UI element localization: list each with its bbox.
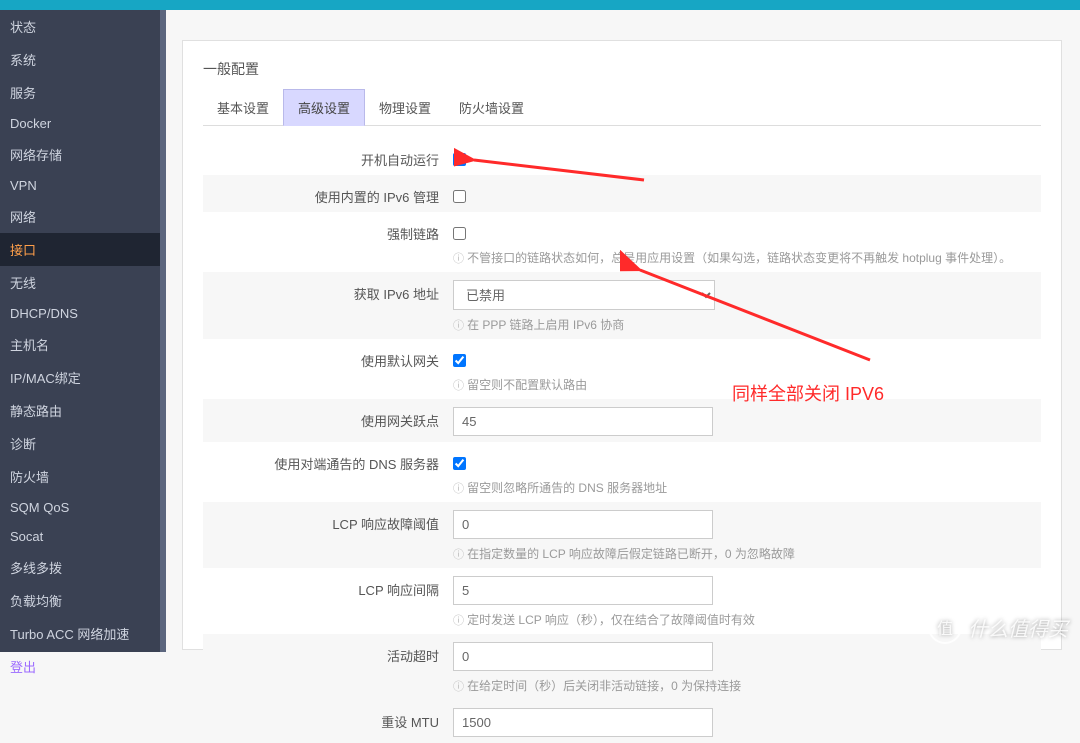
input-lcp_fail[interactable]: [453, 510, 713, 539]
sidebar-item-7[interactable]: 接口: [0, 233, 160, 266]
sidebar-item-6[interactable]: 网络: [0, 200, 160, 233]
tabs: 基本设置高级设置物理设置防火墙设置: [203, 89, 1041, 126]
label-force_link: 强制链路: [203, 218, 453, 243]
sidebar-item-1[interactable]: 系统: [0, 43, 160, 76]
sidebar-item-9[interactable]: DHCP/DNS: [0, 299, 160, 328]
sidebar-item-15[interactable]: SQM QoS: [0, 493, 160, 522]
form-row-lcp_interval: LCP 响应间隔定时发送 LCP 响应（秒），仅在结合了故障阈值时有效: [203, 568, 1041, 634]
tab-2[interactable]: 物理设置: [365, 90, 445, 125]
tab-1[interactable]: 高级设置: [283, 89, 365, 126]
input-idle_timeout[interactable]: [453, 642, 713, 671]
sidebar-item-19[interactable]: Turbo ACC 网络加速: [0, 617, 160, 650]
label-mtu: 重设 MTU: [203, 706, 453, 731]
watermark: 值 什么值得买: [928, 610, 1068, 644]
form-row-lcp_fail: LCP 响应故障阈值在指定数量的 LCP 响应故障后假定链路已断开，0 为忽略故…: [203, 502, 1041, 568]
checkbox-autostart[interactable]: [453, 153, 466, 166]
label-ipv6_mgmt: 使用内置的 IPv6 管理: [203, 181, 453, 206]
form-row-mtu: 重设 MTU: [203, 700, 1041, 743]
form-row-idle_timeout: 活动超时在给定时间（秒）后关闭非活动链接，0 为保持连接: [203, 634, 1041, 700]
form: 开机自动运行使用内置的 IPv6 管理强制链路不管接口的链路状态如何，总是用应用…: [203, 138, 1041, 743]
label-lcp_fail: LCP 响应故障阈值: [203, 508, 453, 533]
help-idle_timeout: 在给定时间（秒）后关闭非活动链接，0 为保持连接: [453, 677, 1041, 694]
sidebar-item-20[interactable]: 登出: [0, 650, 160, 683]
sidebar-item-11[interactable]: IP/MAC绑定: [0, 361, 160, 394]
sidebar-item-3[interactable]: Docker: [0, 109, 160, 138]
sidebar-item-12[interactable]: 静态路由: [0, 394, 160, 427]
section-title: 一般配置: [203, 59, 1041, 79]
sidebar-item-13[interactable]: 诊断: [0, 427, 160, 460]
sidebar-item-5[interactable]: VPN: [0, 171, 160, 200]
help-peer_dns: 留空则忽略所通告的 DNS 服务器地址: [453, 479, 1041, 496]
label-idle_timeout: 活动超时: [203, 640, 453, 665]
label-default_gw: 使用默认网关: [203, 345, 453, 370]
sidebar-item-2[interactable]: 服务: [0, 76, 160, 109]
label-autostart: 开机自动运行: [203, 144, 453, 169]
content-panel: 一般配置 基本设置高级设置物理设置防火墙设置 开机自动运行使用内置的 IPv6 …: [182, 40, 1062, 650]
form-row-force_link: 强制链路不管接口的链路状态如何，总是用应用设置（如果勾选，链路状态变更将不再触发…: [203, 212, 1041, 272]
input-mtu[interactable]: [453, 708, 713, 737]
help-default_gw: 留空则不配置默认路由: [453, 376, 1041, 393]
checkbox-ipv6_mgmt[interactable]: [453, 190, 466, 203]
label-lcp_interval: LCP 响应间隔: [203, 574, 453, 599]
help-force_link: 不管接口的链路状态如何，总是用应用设置（如果勾选，链路状态变更将不再触发 hot…: [453, 249, 1041, 266]
form-row-ipv6_mgmt: 使用内置的 IPv6 管理: [203, 175, 1041, 212]
sidebar-item-4[interactable]: 网络存储: [0, 138, 160, 171]
sidebar-item-17[interactable]: 多线多拨: [0, 551, 160, 584]
checkbox-peer_dns[interactable]: [453, 457, 466, 470]
help-ipv6_addr: 在 PPP 链路上启用 IPv6 协商: [453, 316, 1041, 333]
label-gw_metric: 使用网关跃点: [203, 405, 453, 430]
tab-0[interactable]: 基本设置: [203, 90, 283, 125]
form-row-ipv6_addr: 获取 IPv6 地址已禁用在 PPP 链路上启用 IPv6 协商: [203, 272, 1041, 339]
sidebar-item-14[interactable]: 防火墙: [0, 460, 160, 493]
sidebar-item-0[interactable]: 状态: [0, 10, 160, 43]
input-lcp_interval[interactable]: [453, 576, 713, 605]
watermark-icon: 值: [928, 610, 962, 644]
help-lcp_fail: 在指定数量的 LCP 响应故障后假定链路已断开，0 为忽略故障: [453, 545, 1041, 562]
top-bar: [0, 0, 1080, 10]
form-row-autostart: 开机自动运行: [203, 138, 1041, 175]
sidebar-item-16[interactable]: Socat: [0, 522, 160, 551]
watermark-text: 什么值得买: [968, 613, 1068, 642]
checkbox-force_link[interactable]: [453, 227, 466, 240]
form-row-gw_metric: 使用网关跃点: [203, 399, 1041, 442]
input-gw_metric[interactable]: [453, 407, 713, 436]
form-row-peer_dns: 使用对端通告的 DNS 服务器留空则忽略所通告的 DNS 服务器地址: [203, 442, 1041, 502]
form-row-default_gw: 使用默认网关留空则不配置默认路由: [203, 339, 1041, 399]
label-ipv6_addr: 获取 IPv6 地址: [203, 278, 453, 303]
sidebar-item-18[interactable]: 负载均衡: [0, 584, 160, 617]
checkbox-default_gw[interactable]: [453, 354, 466, 367]
sidebar: 状态系统服务Docker网络存储VPN网络接口无线DHCP/DNS主机名IP/M…: [0, 10, 160, 652]
select-ipv6_addr[interactable]: 已禁用: [453, 280, 715, 310]
sidebar-edge: [160, 10, 166, 652]
tab-3[interactable]: 防火墙设置: [445, 90, 538, 125]
sidebar-item-10[interactable]: 主机名: [0, 328, 160, 361]
label-peer_dns: 使用对端通告的 DNS 服务器: [203, 448, 453, 473]
sidebar-item-8[interactable]: 无线: [0, 266, 160, 299]
